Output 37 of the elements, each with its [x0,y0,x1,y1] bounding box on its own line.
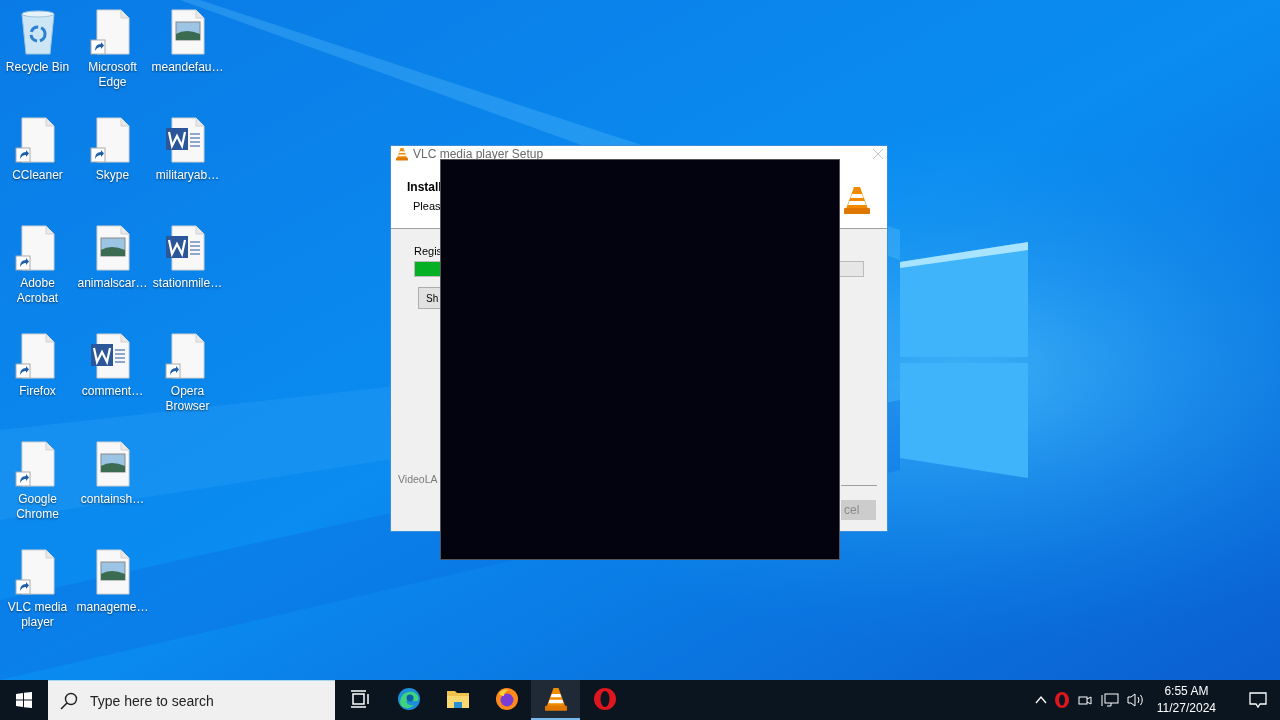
network-icon[interactable] [1100,692,1119,708]
icon-label[interactable]: animalscar… [75,276,150,291]
clock[interactable]: 6:55 AM 11/27/2024 [1152,683,1228,717]
icon-label[interactable]: militaryab… [150,168,225,183]
vlc-cone-icon [544,686,567,712]
icon-label[interactable]: VLC media player [0,600,75,630]
edge-browser-icon[interactable] [396,687,421,711]
icon-label[interactable]: CCleaner [0,168,75,183]
taskbar-app[interactable] [531,680,580,720]
vlc-cone-icon [844,185,870,215]
page-subheading: Pleas [412,200,441,212]
notification-icon[interactable] [1249,691,1267,709]
icon-label[interactable]: Microsoft Edge [75,60,150,90]
icon-label[interactable]: Skype [75,168,150,183]
icon-label[interactable]: Recycle Bin [0,60,75,75]
opera-icon[interactable] [1054,692,1069,708]
icon-label[interactable]: containsh… [75,492,150,507]
search-icon [60,691,78,710]
search-field[interactable]: Type here to search [48,680,335,720]
icon-label[interactable]: stationmile… [150,276,225,291]
opera-icon[interactable] [592,687,617,711]
icon-label[interactable]: comment… [75,384,150,399]
firefox-icon[interactable] [494,687,519,711]
icon-label[interactable]: Firefox [0,384,75,399]
cancel-button[interactable]: cel [841,500,876,520]
icon-label[interactable]: meandefau… [150,60,225,75]
folder-icon[interactable] [445,688,470,710]
icon-label[interactable]: manageme… [75,600,150,615]
icon-label[interactable]: Adobe Acrobat [0,276,75,306]
task-view-icon[interactable] [349,690,370,708]
details-button[interactable]: Sh [418,287,441,309]
windows-logo-icon[interactable] [16,692,32,708]
chevron-up-icon[interactable] [1034,696,1047,704]
volume-icon[interactable] [1126,692,1145,708]
icon-label[interactable]: Google Chrome [0,492,75,522]
icon-label[interactable]: Opera Browser [150,384,225,414]
footer-brand: VideoLA [398,473,438,485]
